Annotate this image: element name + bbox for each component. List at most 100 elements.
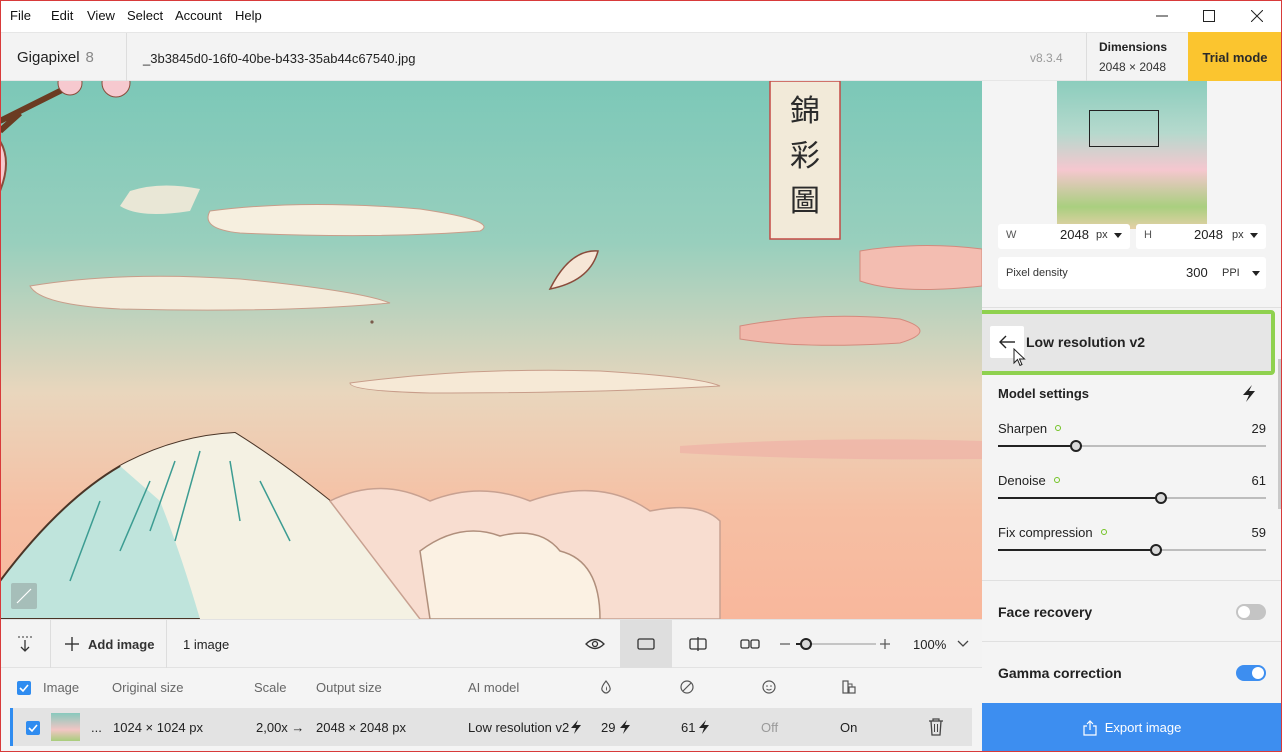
maximize-button[interactable] xyxy=(1185,0,1233,32)
header-divider xyxy=(126,33,127,81)
app-brand: Gigapixel 8 xyxy=(17,49,94,66)
select-all-checkbox[interactable] xyxy=(17,681,31,695)
toggle-knob xyxy=(1238,606,1250,618)
menu-account[interactable]: Account xyxy=(175,8,222,23)
pixel-density-unit[interactable]: PPI xyxy=(1222,267,1240,279)
header-scale[interactable]: Scale xyxy=(254,680,287,695)
row-scale: 2,00x → xyxy=(256,720,305,735)
close-window-button[interactable] xyxy=(1233,0,1281,32)
gamma-correction-toggle[interactable] xyxy=(1236,665,1266,681)
checkmark-icon xyxy=(19,684,29,693)
toggle-knob xyxy=(1252,667,1264,679)
header-output-size[interactable]: Output size xyxy=(316,680,382,695)
navigator-viewport-frame[interactable] xyxy=(1089,110,1159,147)
header-original-size[interactable]: Original size xyxy=(112,680,184,695)
header-image[interactable]: Image xyxy=(43,680,79,695)
menu-file[interactable]: File xyxy=(10,8,31,23)
view-single-button[interactable] xyxy=(620,620,672,668)
slider-fill xyxy=(998,549,1156,551)
header-ai-model[interactable]: AI model xyxy=(468,680,519,695)
chevron-down-icon xyxy=(1114,233,1122,238)
app-header: Gigapixel 8 _3b3845d0-16f0-40be-b433-35ab… xyxy=(0,32,1282,82)
image-table: Image Original size Scale Output size AI… xyxy=(0,668,982,752)
row-thumbnail xyxy=(51,713,80,741)
trial-mode-button[interactable]: Trial mode xyxy=(1188,32,1282,82)
app-version-badge: 8 xyxy=(85,49,94,66)
slider-value[interactable]: 29 xyxy=(1226,421,1266,436)
single-view-icon xyxy=(637,638,655,650)
collapse-table-button[interactable] xyxy=(12,633,38,655)
slider-fill xyxy=(998,445,1076,447)
panel-scrollbar[interactable] xyxy=(1278,359,1282,509)
slider-knob[interactable] xyxy=(1150,544,1162,556)
zoom-slider[interactable] xyxy=(796,638,876,650)
bolt-icon[interactable] xyxy=(1242,385,1256,402)
width-label: W xyxy=(1006,229,1017,241)
side-by-side-icon xyxy=(740,639,760,649)
plus-small-icon xyxy=(880,639,890,649)
face-column-icon xyxy=(762,680,776,694)
row-checkbox[interactable] xyxy=(26,721,40,735)
slider-value[interactable]: 61 xyxy=(1226,473,1266,488)
menu-view[interactable]: View xyxy=(87,8,115,23)
menu-select[interactable]: Select xyxy=(127,8,163,23)
settings-panel: W 2048 px H 2048 px Pixel density 300 PP… xyxy=(982,81,1282,703)
chevron-down-icon xyxy=(957,640,969,647)
row-original-size: 1024 × 1024 px xyxy=(113,720,203,735)
preview-toggle-button[interactable] xyxy=(582,632,608,656)
minimize-button[interactable] xyxy=(1138,0,1186,32)
chevron-down-icon xyxy=(1252,271,1260,276)
height-value[interactable]: 2048 xyxy=(1194,227,1223,242)
pixel-density-label: Pixel density xyxy=(1006,267,1068,279)
menu-edit[interactable]: Edit xyxy=(51,8,73,23)
status-dot-icon xyxy=(1055,424,1062,431)
slider-knob[interactable] xyxy=(1070,440,1082,452)
navigator-thumbnail[interactable] xyxy=(1057,81,1207,229)
denoise-column-icon xyxy=(680,680,694,694)
height-field[interactable]: H 2048 px xyxy=(1136,224,1266,249)
minimize-icon xyxy=(1156,15,1168,17)
zoom-in-button[interactable] xyxy=(878,637,892,651)
width-value[interactable]: 2048 xyxy=(1060,227,1089,242)
compare-toggle-button[interactable] xyxy=(11,583,37,609)
delete-row-button[interactable] xyxy=(928,718,946,736)
zoom-out-button[interactable] xyxy=(778,637,792,651)
banner-glyph-3: 圖 xyxy=(790,184,820,219)
export-image-button[interactable]: Export image xyxy=(982,703,1282,752)
banner-glyph-1: 錦 xyxy=(790,94,820,129)
slider-label-text: Denoise xyxy=(998,473,1046,488)
model-header[interactable]: Low resolution v2 xyxy=(982,310,1275,375)
zoom-dropdown-button[interactable] xyxy=(956,637,970,651)
pixel-density-value[interactable]: 300 xyxy=(1186,265,1208,280)
chevron-down-icon xyxy=(1250,233,1258,238)
row-sharpen: 29 xyxy=(601,720,616,735)
add-image-button[interactable]: Add image xyxy=(64,633,154,655)
checkmark-icon xyxy=(28,724,38,733)
preview-artwork: 錦 彩 圖 xyxy=(0,81,982,619)
pixel-density-field[interactable]: Pixel density 300 PPI xyxy=(998,257,1266,289)
trash-icon xyxy=(929,718,943,736)
zoom-slider-knob[interactable] xyxy=(800,638,812,650)
slider-value[interactable]: 59 xyxy=(1226,525,1266,540)
model-settings-label: Model settings xyxy=(998,386,1090,401)
export-icon xyxy=(1083,719,1097,736)
table-row[interactable]: ... 1024 × 1024 px 2,00x → 2048 × 2048 p… xyxy=(10,708,972,746)
app-version: v8.3.4 xyxy=(1030,51,1063,65)
width-unit[interactable]: px xyxy=(1096,229,1108,241)
bolt-icon xyxy=(571,720,581,734)
view-side-by-side-button[interactable] xyxy=(737,632,763,656)
width-field[interactable]: W 2048 px xyxy=(998,224,1130,249)
zoom-level[interactable]: 100% xyxy=(913,637,946,652)
menu-help[interactable]: Help xyxy=(235,8,262,23)
view-split-button[interactable] xyxy=(685,632,711,656)
minus-icon xyxy=(780,643,790,645)
image-preview-canvas[interactable]: 錦 彩 圖 xyxy=(0,81,982,619)
height-label: H xyxy=(1144,229,1152,241)
face-recovery-toggle[interactable] xyxy=(1236,604,1266,620)
sharpen-column-icon xyxy=(601,680,611,694)
face-recovery-label: Face recovery xyxy=(998,604,1093,620)
height-unit[interactable]: px xyxy=(1232,229,1244,241)
row-ai-model: Low resolution v2 xyxy=(468,720,570,735)
gamma-column-icon xyxy=(842,680,856,694)
slider-knob[interactable] xyxy=(1155,492,1167,504)
